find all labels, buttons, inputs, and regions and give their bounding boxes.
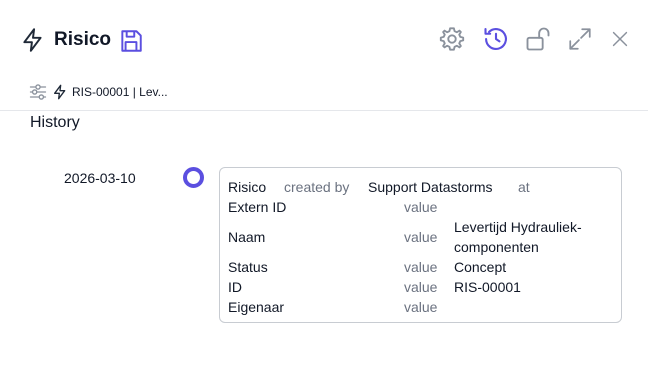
created-by-label: created by <box>284 179 350 195</box>
field-name: Extern ID <box>228 199 287 215</box>
history-entry-card: Risico created by Support Datastorms at … <box>219 167 622 323</box>
field-value: Levertijd Hydrauliek- componenten <box>454 219 582 255</box>
at-label: at <box>518 179 530 195</box>
divider <box>0 110 648 111</box>
breadcrumb: RIS-00001 | Lev... <box>28 80 168 104</box>
section-title: History <box>30 114 80 131</box>
lock-toggle-button[interactable] <box>521 22 555 56</box>
field-value-label: value <box>404 279 438 295</box>
filter-icon[interactable] <box>28 82 48 102</box>
field-value-label: value <box>404 229 438 245</box>
save-icon[interactable] <box>118 28 144 54</box>
timeline-date: 2026-03-10 <box>64 170 136 186</box>
field-value-label: value <box>404 199 438 215</box>
field-name: Eigenaar <box>228 299 285 315</box>
gear-icon <box>439 27 465 51</box>
expand-button[interactable] <box>563 22 597 56</box>
field-value: RIS-00001 <box>454 279 521 295</box>
entity-name: Risico <box>228 179 267 195</box>
expand-icon <box>569 28 591 50</box>
breadcrumb-item[interactable]: RIS-00001 | Lev... <box>72 85 168 99</box>
field-value: Concept <box>454 259 507 275</box>
field-value-label: value <box>404 299 438 315</box>
history-icon <box>484 28 507 50</box>
field-value-label: value <box>404 259 438 275</box>
timeline-dot <box>183 167 204 188</box>
field-name: Status <box>228 259 268 275</box>
field-name: Naam <box>228 229 266 245</box>
history-button[interactable] <box>479 22 513 56</box>
author-name: Support Datastorms <box>368 179 493 195</box>
bolt-icon <box>23 28 42 52</box>
page-title: Risico <box>54 29 112 50</box>
bolt-icon <box>54 84 66 100</box>
field-name: ID <box>228 279 242 295</box>
settings-button[interactable] <box>435 22 469 56</box>
close-button[interactable] <box>603 22 637 56</box>
unlock-icon <box>526 27 550 51</box>
close-icon <box>612 31 628 47</box>
